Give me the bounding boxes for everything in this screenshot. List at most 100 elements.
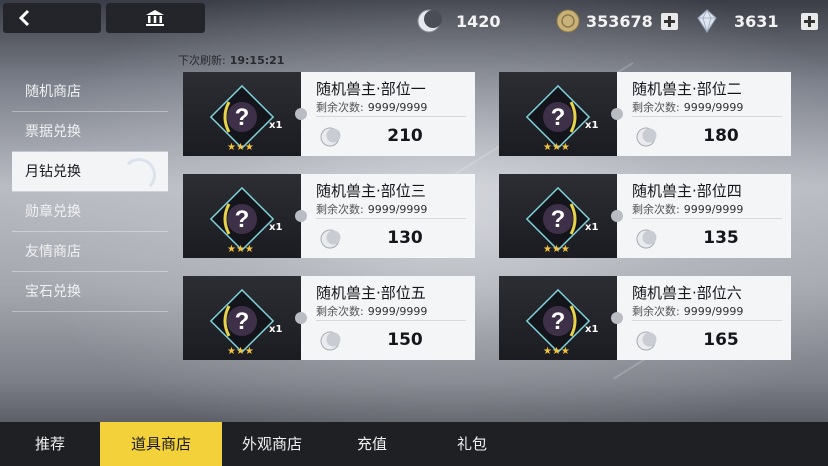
tab-gift-pack[interactable]: 礼包: [422, 422, 522, 466]
remaining-label: 剩余次数:: [632, 203, 680, 216]
item-title: 随机兽主·部位四: [632, 182, 742, 200]
star-rating: ★★★: [227, 244, 254, 255]
shop-item-card[interactable]: ? x1 ★★★ 随机兽主·部位五 剩余次数: 9999/9999 150: [183, 276, 475, 360]
sidebar-item-moon-diamond-exchange[interactable]: 月钻兑换: [12, 152, 168, 192]
mystery-item-icon: ?: [525, 186, 591, 252]
mystery-item-icon: ?: [525, 288, 591, 354]
item-remaining: 剩余次数: 9999/9999: [632, 303, 743, 319]
item-quantity: x1: [269, 120, 283, 131]
item-price: 210: [387, 126, 423, 146]
arrow-left-icon: [18, 9, 30, 27]
card-notch: [295, 108, 307, 120]
sidebar: 随机商店 票据兑换 月钻兑换 勋章兑换 友情商店 宝石兑换: [12, 72, 168, 312]
card-notch: [611, 210, 623, 222]
item-remaining: 剩余次数: 9999/9999: [316, 303, 427, 319]
remaining-label: 剩余次数:: [316, 101, 364, 114]
sidebar-item-ticket-exchange[interactable]: 票据兑换: [12, 112, 168, 152]
item-remaining: 剩余次数: 9999/9999: [316, 201, 427, 217]
sidebar-item-medal-exchange[interactable]: 勋章兑换: [12, 192, 168, 232]
currency-coin: 353678: [556, 8, 678, 34]
card-notch: [611, 108, 623, 120]
divider: [632, 116, 782, 117]
home-button[interactable]: [106, 3, 205, 33]
back-button[interactable]: [3, 3, 101, 33]
moon-icon: [417, 9, 442, 33]
divider: [316, 320, 466, 321]
svg-text:?: ?: [551, 104, 566, 131]
svg-text:?: ?: [235, 206, 250, 233]
divider: [316, 116, 466, 117]
moon-value: 1420: [456, 11, 501, 31]
card-notch: [295, 210, 307, 222]
add-crystal-button[interactable]: [800, 12, 818, 30]
star-rating: ★★★: [227, 346, 254, 357]
card-notch: [611, 312, 623, 324]
tab-recharge[interactable]: 充值: [322, 422, 422, 466]
remaining-count: 9999/9999: [683, 305, 744, 318]
item-quantity: x1: [269, 222, 283, 233]
tab-recommended[interactable]: 推荐: [0, 422, 100, 466]
svg-text:?: ?: [551, 206, 566, 233]
sidebar-item-random-shop[interactable]: 随机商店: [12, 72, 168, 112]
bank-icon: [146, 10, 164, 26]
remaining-count: 9999/9999: [367, 203, 428, 216]
sidebar-item-friendship-shop[interactable]: 友情商店: [12, 232, 168, 272]
top-bar: 1420 353678 3631: [0, 0, 828, 40]
item-price: 135: [703, 228, 739, 248]
item-title: 随机兽主·部位五: [316, 284, 426, 302]
item-price: 150: [387, 330, 423, 350]
card-notch: [295, 312, 307, 324]
bottom-tab-bar: 推荐 道具商店 外观商店 充值 礼包: [0, 422, 828, 466]
item-remaining: 剩余次数: 9999/9999: [632, 99, 743, 115]
item-title: 随机兽主·部位二: [632, 80, 742, 98]
item-quantity: x1: [269, 324, 283, 335]
mystery-item-icon: ?: [209, 186, 275, 252]
remaining-label: 剩余次数:: [632, 101, 680, 114]
remaining-count: 9999/9999: [367, 101, 428, 114]
item-title: 随机兽主·部位三: [316, 182, 426, 200]
mystery-item-icon: ?: [209, 288, 275, 354]
refresh-timer: 下次刷新: 19:15:21: [178, 52, 284, 68]
coin-value: 353678: [586, 11, 653, 31]
add-coin-button[interactable]: [660, 12, 678, 30]
shop-item-card[interactable]: ? x1 ★★★ 随机兽主·部位六 剩余次数: 9999/9999 165: [499, 276, 791, 360]
item-price: 180: [703, 126, 739, 146]
remaining-count: 9999/9999: [683, 101, 744, 114]
currency-moon: 1420: [416, 8, 501, 34]
remaining-label: 剩余次数:: [316, 203, 364, 216]
moon-icon: [636, 331, 657, 351]
tab-item-shop[interactable]: 道具商店: [100, 422, 222, 466]
item-price: 130: [387, 228, 423, 248]
shop-item-card[interactable]: ? x1 ★★★ 随机兽主·部位三 剩余次数: 9999/9999 130: [183, 174, 475, 258]
moon-icon: [320, 127, 341, 147]
sidebar-item-gem-exchange[interactable]: 宝石兑换: [12, 272, 168, 312]
shop-item-card[interactable]: ? x1 ★★★ 随机兽主·部位一 剩余次数: 9999/9999 210: [183, 72, 475, 156]
moon-icon: [320, 331, 341, 351]
shop-item-card[interactable]: ? x1 ★★★ 随机兽主·部位二 剩余次数: 9999/9999 180: [499, 72, 791, 156]
divider: [632, 218, 782, 219]
shop-grid: ? x1 ★★★ 随机兽主·部位一 剩余次数: 9999/9999 210 ? x…: [183, 72, 819, 360]
item-remaining: 剩余次数: 9999/9999: [632, 201, 743, 217]
star-rating: ★★★: [543, 142, 570, 153]
tab-appearance-shop[interactable]: 外观商店: [222, 422, 322, 466]
coin-icon: [556, 9, 580, 33]
item-price: 165: [703, 330, 739, 350]
remaining-count: 9999/9999: [683, 203, 744, 216]
crystal-value: 3631: [734, 11, 779, 31]
svg-text:?: ?: [235, 308, 250, 335]
item-title: 随机兽主·部位一: [316, 80, 426, 98]
star-rating: ★★★: [543, 244, 570, 255]
divider: [316, 218, 466, 219]
item-quantity: x1: [585, 324, 599, 335]
moon-icon: [320, 229, 341, 249]
remaining-label: 剩余次数:: [632, 305, 680, 318]
refresh-label: 下次刷新:: [178, 54, 226, 67]
item-quantity: x1: [585, 120, 599, 131]
mystery-item-icon: ?: [525, 84, 591, 150]
currency-crystal: 3631: [694, 8, 818, 34]
divider: [632, 320, 782, 321]
svg-text:?: ?: [551, 308, 566, 335]
remaining-label: 剩余次数:: [316, 305, 364, 318]
item-title: 随机兽主·部位六: [632, 284, 742, 302]
shop-item-card[interactable]: ? x1 ★★★ 随机兽主·部位四 剩余次数: 9999/9999 135: [499, 174, 791, 258]
